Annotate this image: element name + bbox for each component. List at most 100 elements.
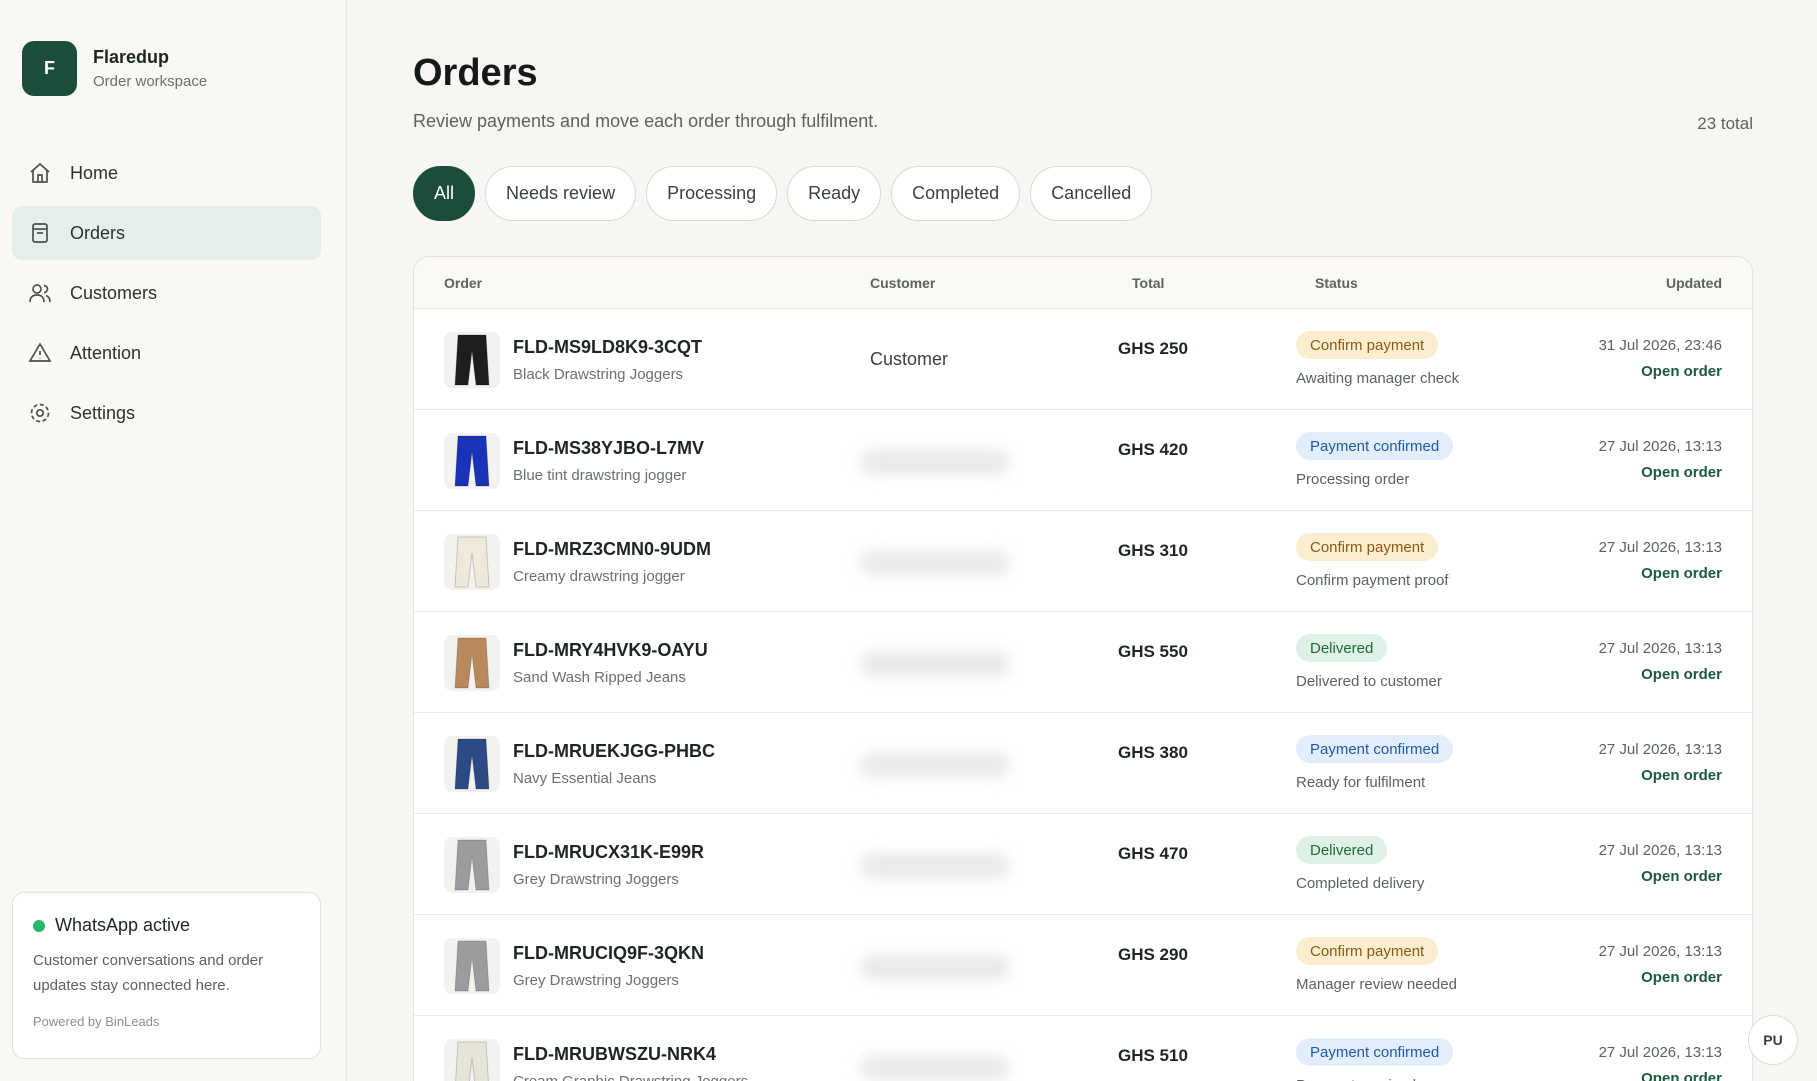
filter-cancelled[interactable]: Cancelled <box>1030 166 1153 221</box>
gear-icon <box>30 403 50 423</box>
open-order-link[interactable]: Open order <box>1641 969 1722 986</box>
status-note: Manager review needed <box>1296 976 1457 993</box>
page-title: Orders <box>413 52 538 94</box>
filter-needs-review[interactable]: Needs review <box>485 166 637 221</box>
order-id[interactable]: FLD-MRUCIQ9F-3QKN <box>513 943 704 964</box>
table-row[interactable]: FLD-MRUEKJGG-PHBC Navy Essential Jeans G… <box>414 713 1752 814</box>
customer-name-redacted <box>860 550 1010 576</box>
updated-timestamp: 27 Jul 2026, 13:13 <box>1598 741 1722 758</box>
order-item-name: Cream Graphic Drawstring Joggers <box>513 1073 748 1081</box>
product-thumbnail <box>444 332 500 388</box>
orders-table: Order Customer Total Status Updated FLD-… <box>413 256 1753 1081</box>
updated-timestamp: 27 Jul 2026, 13:13 <box>1598 842 1722 859</box>
filter-completed[interactable]: Completed <box>891 166 1021 221</box>
filter-ready[interactable]: Ready <box>787 166 882 221</box>
brand[interactable]: F Flaredup Order workspace <box>22 41 207 96</box>
updated-timestamp: 27 Jul 2026, 13:13 <box>1598 1044 1722 1061</box>
trousers-icon <box>454 738 490 790</box>
order-id[interactable]: FLD-MRUBWSZU-NRK4 <box>513 1044 716 1065</box>
sidebar-item-label: Attention <box>70 342 142 363</box>
whatsapp-status-title: WhatsApp active <box>55 915 191 935</box>
order-id[interactable]: FLD-MRUCX31K-E99R <box>513 842 704 863</box>
status-badge: Delivered <box>1296 634 1388 662</box>
sidebar-item-settings[interactable]: Settings <box>12 386 321 440</box>
table-row[interactable]: FLD-MRUBWSZU-NRK4 Cream Graphic Drawstri… <box>414 1016 1752 1081</box>
filter-processing[interactable]: Processing <box>646 166 778 221</box>
order-item-name: Grey Drawstring Joggers <box>513 972 679 989</box>
sidebar-item-home[interactable]: Home <box>12 146 321 200</box>
status-badge: Confirm payment <box>1296 331 1439 359</box>
trousers-icon <box>454 536 490 588</box>
status-note: Awaiting manager check <box>1296 370 1460 387</box>
order-id[interactable]: FLD-MRZ3CMN0-9UDM <box>513 539 711 560</box>
sidebar-item-customers[interactable]: Customers <box>12 266 321 320</box>
sidebar-item-attention[interactable]: Attention <box>12 326 321 380</box>
order-total: GHS 310 <box>1118 541 1188 560</box>
sidebar-item-label: Orders <box>70 222 126 243</box>
order-total: GHS 550 <box>1118 642 1188 661</box>
status-filter-tabs: All Needs review Processing Ready Comple… <box>413 166 1162 221</box>
status-badge: Payment confirmed <box>1296 432 1454 460</box>
status-badge: Confirm payment <box>1296 937 1439 965</box>
order-item-name: Sand Wash Ripped Jeans <box>513 669 686 686</box>
whatsapp-status-description: Customer conversations and order updates… <box>33 952 264 994</box>
filter-all[interactable]: All <box>413 166 476 221</box>
table-row[interactable]: FLD-MRUCIQ9F-3QKN Grey Drawstring Jogger… <box>414 915 1752 1016</box>
home-icon <box>30 162 50 183</box>
product-thumbnail <box>444 837 500 893</box>
order-id[interactable]: FLD-MS9LD8K9-3CQT <box>513 337 702 358</box>
order-total: GHS 510 <box>1118 1046 1188 1065</box>
sidebar-item-label: Home <box>70 162 119 183</box>
updated-timestamp: 27 Jul 2026, 13:13 <box>1598 539 1722 556</box>
order-item-name: Navy Essential Jeans <box>513 770 657 787</box>
status-badge: Confirm payment <box>1296 533 1439 561</box>
table-row[interactable]: FLD-MRY4HVK9-OAYU Sand Wash Ripped Jeans… <box>414 612 1752 713</box>
open-order-link[interactable]: Open order <box>1641 1070 1722 1081</box>
open-order-link[interactable]: Open order <box>1641 363 1722 380</box>
sidebar-item-orders[interactable]: Orders <box>12 206 321 260</box>
status-dot-icon <box>33 919 45 932</box>
product-thumbnail <box>444 736 500 792</box>
column-header-updated: Updated <box>1666 275 1722 291</box>
open-order-link[interactable]: Open order <box>1641 868 1722 885</box>
brand-name: Flaredup <box>93 47 170 67</box>
customers-icon <box>29 284 51 303</box>
status-badge: Delivered <box>1296 836 1388 864</box>
brand-subtitle: Order workspace <box>93 73 208 90</box>
column-header-order: Order <box>444 275 483 291</box>
table-row[interactable]: FLD-MRUCX31K-E99R Grey Drawstring Jogger… <box>414 814 1752 915</box>
order-total: GHS 470 <box>1118 844 1188 863</box>
trousers-icon <box>455 1041 489 1081</box>
whatsapp-status-card: WhatsApp active Customer conversations a… <box>12 892 321 1059</box>
order-id[interactable]: FLD-MS38YJBO-L7MV <box>513 438 704 459</box>
customer-name-redacted <box>860 954 1010 980</box>
user-avatar[interactable]: PU <box>1748 1015 1798 1065</box>
trousers-icon <box>454 940 490 992</box>
powered-by: Powered by BinLeads <box>33 1014 160 1029</box>
brand-logo: F <box>22 41 77 96</box>
table-row[interactable]: FLD-MRZ3CMN0-9UDM Creamy drawstring jogg… <box>414 511 1752 612</box>
status-badge: Payment confirmed <box>1296 735 1454 763</box>
orders-total-count: 23 total <box>1697 114 1753 133</box>
open-order-link[interactable]: Open order <box>1641 565 1722 582</box>
table-row[interactable]: FLD-MS9LD8K9-3CQT Black Drawstring Jogge… <box>414 309 1752 410</box>
open-order-link[interactable]: Open order <box>1641 666 1722 683</box>
order-item-name: Black Drawstring Joggers <box>513 366 684 383</box>
status-badge: Payment confirmed <box>1296 1038 1454 1066</box>
order-id[interactable]: FLD-MRY4HVK9-OAYU <box>513 640 708 661</box>
order-id[interactable]: FLD-MRUEKJGG-PHBC <box>513 741 715 762</box>
customer-name-redacted <box>860 752 1010 778</box>
trousers-icon <box>454 334 490 386</box>
open-order-link[interactable]: Open order <box>1641 464 1722 481</box>
trousers-icon <box>454 637 490 689</box>
open-order-link[interactable]: Open order <box>1641 767 1722 784</box>
column-header-status: Status <box>1315 275 1358 291</box>
customer-name-redacted <box>860 853 1010 879</box>
column-header-customer: Customer <box>870 275 936 291</box>
sidebar-nav: Home Orders Customers Attention Settings <box>12 146 321 446</box>
status-note: Completed delivery <box>1296 875 1425 892</box>
table-row[interactable]: FLD-MS38YJBO-L7MV Blue tint drawstring j… <box>414 410 1752 511</box>
status-note: Processing order <box>1296 471 1410 488</box>
order-item-name: Blue tint drawstring jogger <box>513 467 687 484</box>
trousers-icon <box>454 839 490 891</box>
